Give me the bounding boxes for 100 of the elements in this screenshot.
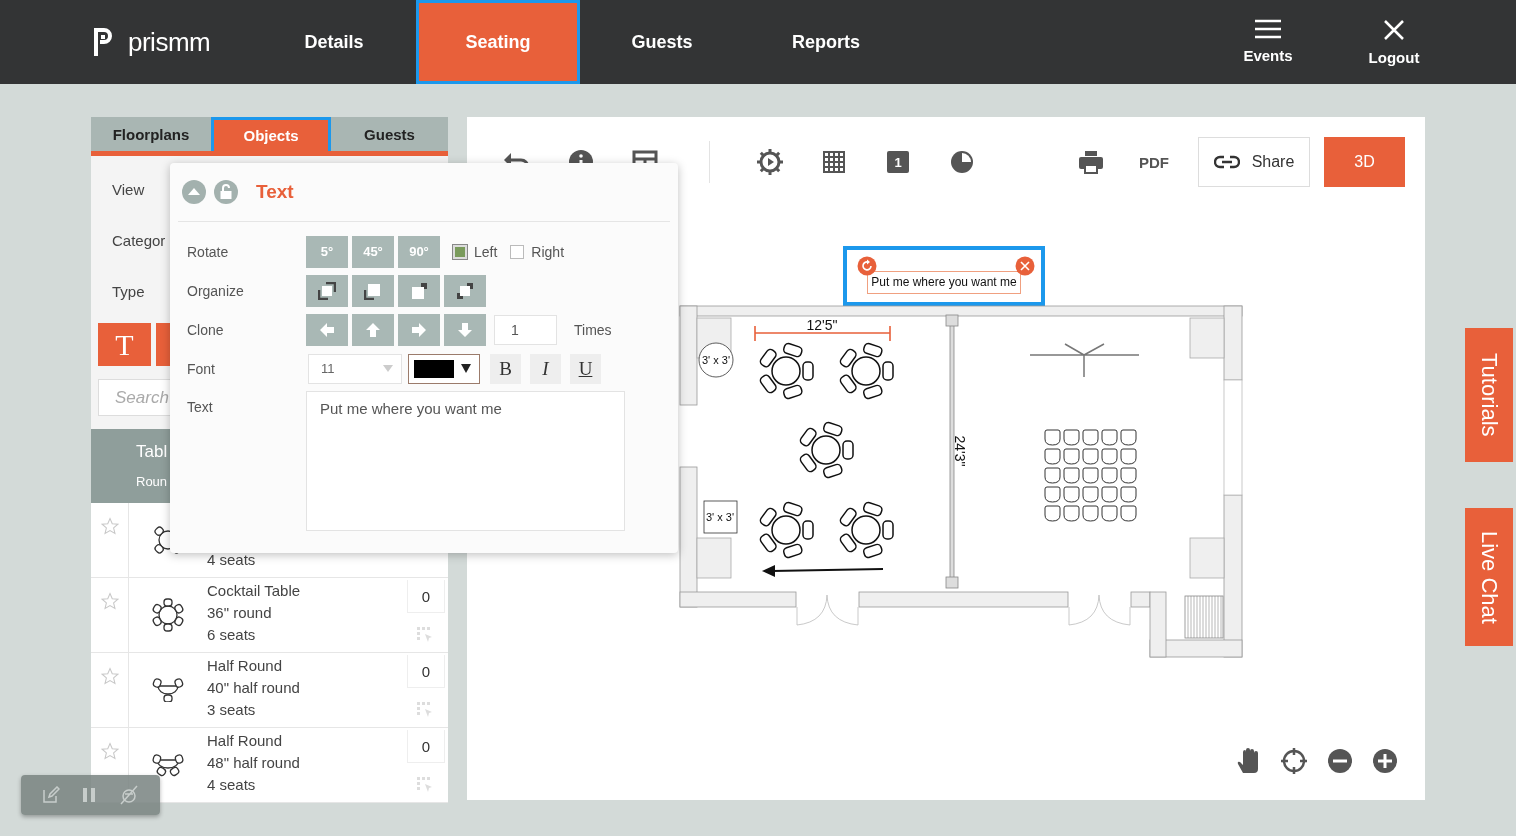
text-style-button[interactable]: I bbox=[530, 353, 561, 384]
zoom-in-icon[interactable] bbox=[1372, 748, 1398, 774]
object-list-item[interactable]: Half Round 40" half round 3 seats 0 bbox=[91, 653, 448, 728]
item-text: Half Round bbox=[207, 656, 284, 676]
star-icon[interactable] bbox=[100, 592, 119, 610]
zoom-out-icon[interactable] bbox=[1327, 748, 1353, 774]
count-field[interactable]: 0 bbox=[407, 730, 445, 763]
door-drawing bbox=[1068, 594, 1131, 626]
checkbox[interactable] bbox=[453, 244, 467, 259]
item-text: 40" half round bbox=[207, 678, 301, 698]
caret-icon bbox=[383, 365, 393, 372]
field-label: Organize bbox=[186, 282, 245, 299]
object-list-item[interactable]: Half Round 48" half round 4 seats 0 bbox=[91, 728, 448, 803]
text-object-label: Put me where you want me bbox=[867, 270, 1021, 294]
sidebar-tab[interactable]: Floorplans bbox=[91, 117, 211, 152]
stairs-drawing bbox=[1184, 595, 1224, 639]
arrow-icon bbox=[319, 321, 335, 338]
item-text: Half Round bbox=[207, 731, 284, 751]
logo-text: prismm bbox=[128, 26, 211, 58]
column-drawing bbox=[696, 537, 732, 579]
round-table-with-chairs[interactable] bbox=[798, 420, 854, 480]
height-dimension-label: 24'3" bbox=[952, 435, 968, 467]
column-drawing bbox=[1189, 537, 1225, 579]
table-size-label: 3' x 3' bbox=[701, 354, 731, 366]
object-list-item[interactable]: Cocktail Table 36" round 6 seats 0 bbox=[91, 578, 448, 653]
layer-order-icon bbox=[364, 281, 382, 300]
checkbox-label: Right bbox=[531, 243, 565, 260]
field-label: Font bbox=[186, 360, 216, 377]
recenter-icon[interactable] bbox=[1280, 747, 1308, 775]
menu-icon bbox=[1254, 18, 1282, 39]
round-table-with-chairs[interactable] bbox=[838, 341, 894, 401]
events-button[interactable]: Events bbox=[1236, 18, 1300, 66]
star-icon[interactable] bbox=[100, 517, 119, 535]
nav-tab[interactable]: Guests bbox=[580, 0, 744, 84]
arrow-icon bbox=[365, 321, 381, 338]
stage-drawing[interactable] bbox=[1029, 343, 1140, 378]
filter-label: Categor bbox=[112, 232, 166, 250]
sidebar-tab[interactable]: Guests bbox=[331, 117, 448, 152]
table-size-label: 3' x 3' bbox=[705, 511, 735, 523]
nav-tab[interactable]: Details bbox=[252, 0, 416, 84]
layer-order-icon bbox=[318, 281, 336, 300]
round-table-with-chairs[interactable] bbox=[758, 341, 814, 401]
item-text: Cocktail Table bbox=[207, 581, 302, 601]
item-text: 3 seats bbox=[207, 700, 257, 720]
font-size-dropdown[interactable]: 11 bbox=[308, 353, 402, 384]
item-text: 36" round bbox=[207, 603, 273, 623]
arrange-button[interactable] bbox=[444, 274, 486, 307]
cocktail-table-drawing[interactable] bbox=[698, 342, 734, 378]
group-title: Tabl bbox=[136, 442, 169, 462]
link-icon bbox=[1213, 155, 1240, 169]
count-field[interactable]: 0 bbox=[407, 580, 445, 613]
close-icon[interactable] bbox=[1015, 256, 1035, 276]
hand-icon[interactable] bbox=[1235, 747, 1261, 775]
round-table-with-chairs[interactable] bbox=[838, 500, 894, 560]
count-field[interactable]: 0 bbox=[407, 655, 445, 688]
half-round-table-icon bbox=[151, 753, 185, 777]
settings-icon[interactable] bbox=[754, 146, 786, 178]
checkbox-label: Left bbox=[474, 243, 498, 260]
item-text: 48" half round bbox=[207, 753, 301, 773]
text-input[interactable]: Put me where you want me bbox=[306, 391, 625, 531]
unit-label: Times bbox=[574, 321, 612, 338]
star-icon[interactable] bbox=[100, 742, 119, 760]
layer-order-icon bbox=[410, 281, 428, 300]
caret-icon bbox=[461, 364, 471, 373]
logo-icon bbox=[92, 26, 114, 58]
panel-title: Text bbox=[256, 181, 294, 203]
pdf-button[interactable]: PDF bbox=[1138, 153, 1170, 171]
checkbox[interactable] bbox=[510, 244, 525, 259]
arrange-button[interactable] bbox=[398, 274, 440, 307]
item-text: 4 seats bbox=[207, 550, 257, 570]
field-label: Text bbox=[186, 398, 214, 415]
font-color-dropdown[interactable] bbox=[408, 353, 480, 384]
logout-button[interactable]: Logout bbox=[1362, 18, 1426, 66]
nav-tab[interactable]: Reports bbox=[744, 0, 908, 84]
square-table-drawing[interactable] bbox=[703, 500, 738, 534]
field-label: Rotate bbox=[186, 243, 230, 260]
rotate-icon[interactable] bbox=[857, 256, 877, 276]
round-table-with-chairs[interactable] bbox=[758, 500, 814, 560]
clone-count-field[interactable]: 1 bbox=[494, 314, 557, 345]
door-drawing bbox=[796, 594, 859, 626]
text-style-button[interactable]: B bbox=[490, 353, 521, 384]
table-number-icon[interactable]: 1 bbox=[887, 151, 909, 173]
group-subtitle: Roun bbox=[136, 474, 169, 489]
arrange-button[interactable] bbox=[352, 274, 394, 307]
share-button[interactable]: Share bbox=[1198, 137, 1310, 187]
item-text: 4 seats bbox=[207, 775, 257, 795]
half-round-table-icon bbox=[151, 678, 185, 702]
close-icon bbox=[1383, 18, 1405, 41]
cocktail-table-icon bbox=[151, 598, 185, 632]
width-dimension-label: 12'5" bbox=[806, 317, 838, 333]
chair-rows-drawing[interactable] bbox=[1044, 429, 1137, 522]
arrow-drawing[interactable] bbox=[762, 565, 884, 577]
layer-order-icon bbox=[456, 281, 474, 300]
arrange-button[interactable] bbox=[306, 274, 348, 307]
filter-label: Type bbox=[112, 283, 145, 301]
column-drawing bbox=[1189, 317, 1225, 359]
field-label: Clone bbox=[186, 321, 225, 338]
star-icon[interactable] bbox=[100, 667, 119, 685]
arrow-icon bbox=[457, 321, 473, 338]
text-style-button[interactable]: U bbox=[570, 353, 601, 384]
